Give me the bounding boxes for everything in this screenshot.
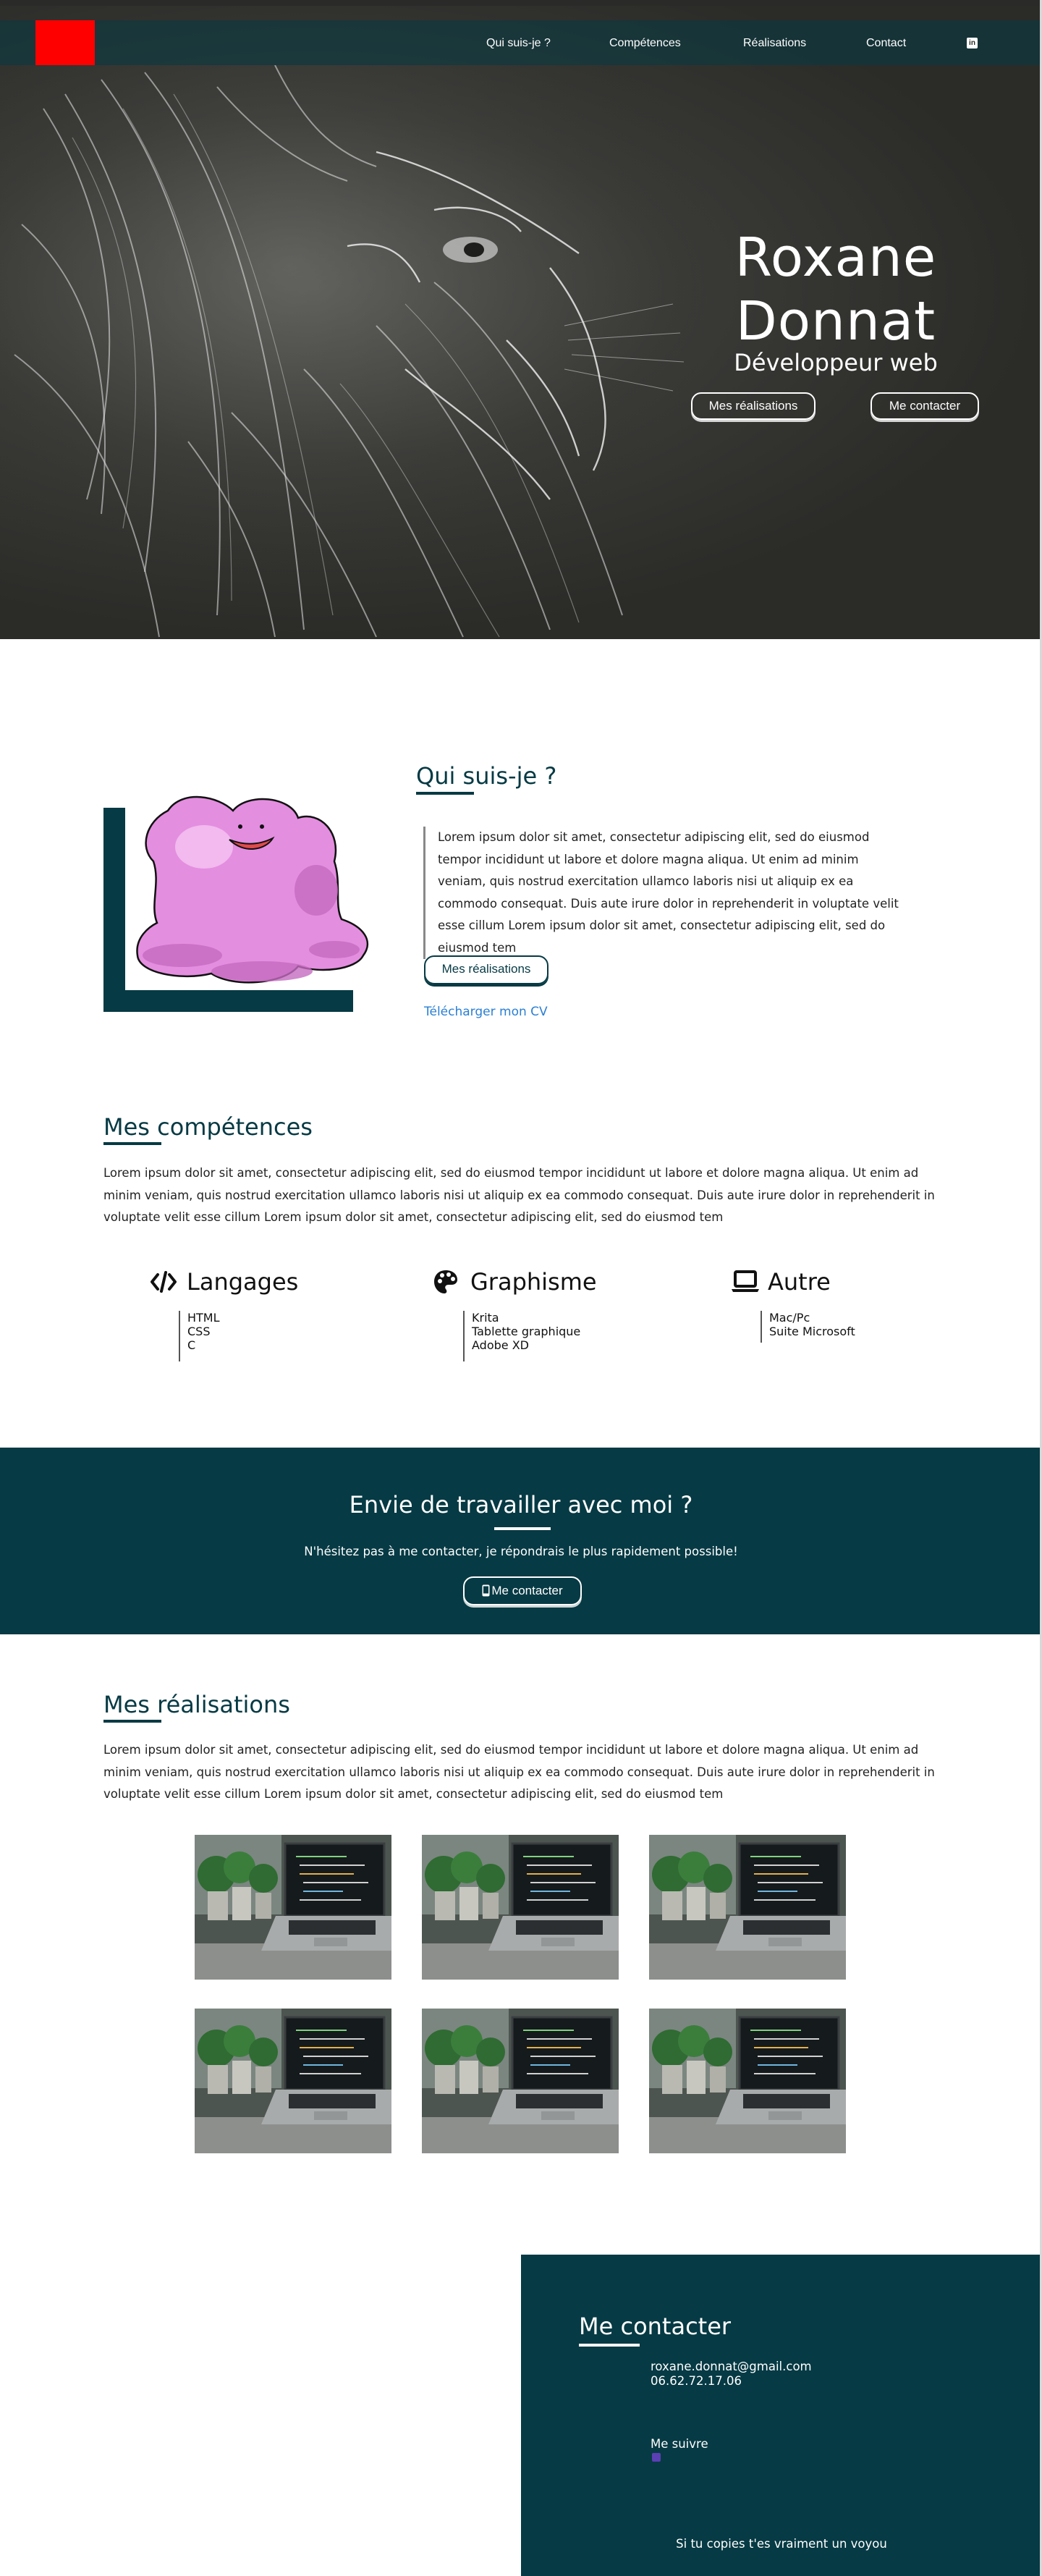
- skill-list: Mac/Pc Suite Microsoft: [761, 1311, 855, 1343]
- nav-link-contact[interactable]: Contact: [866, 37, 906, 50]
- about-title: Qui suis-je ?: [416, 762, 557, 790]
- nav-link-skills[interactable]: Compétences: [609, 37, 681, 50]
- contact-title-underline: [579, 2344, 640, 2347]
- lion-illustration: [0, 65, 724, 639]
- cta-contact-label: Me contacter: [491, 1584, 563, 1597]
- contact-title: Me contacter: [579, 2313, 732, 2340]
- hero-subtitle: Développeur web: [734, 349, 938, 376]
- cta-text: N'hésitez pas à me contacter, je répondr…: [304, 1545, 738, 1558]
- skill-list: HTML CSS C: [179, 1311, 220, 1361]
- work-thumbnail[interactable]: [422, 2009, 619, 2153]
- works-text: Lorem ipsum dolor sit amet, consectetur …: [103, 1743, 935, 1801]
- linkedin-follow-icon[interactable]: [651, 2452, 661, 2462]
- skill-item: C: [187, 1338, 196, 1352]
- top-shade: [0, 0, 1042, 6]
- nav-link-about[interactable]: Qui suis-je ?: [486, 37, 551, 50]
- skill-list: Krita Tablette graphique Adobe XD: [463, 1311, 580, 1361]
- skills-title-underline: [103, 1142, 161, 1145]
- logo[interactable]: [35, 20, 95, 65]
- cta-contact-button[interactable]: Me contacter: [463, 1576, 582, 1605]
- work-thumbnail[interactable]: [422, 1835, 619, 1980]
- hero-banner: Qui suis-je ? Compétences Réalisations C…: [0, 0, 1042, 639]
- follow-label: Me suivre: [651, 2437, 708, 2451]
- palette-icon: [434, 1270, 457, 1293]
- skill-item: Tablette graphique: [472, 1325, 581, 1338]
- hero-name-line1: Roxane: [734, 227, 937, 289]
- skill-item: CSS: [187, 1325, 211, 1338]
- contact-email[interactable]: roxane.donnat@gmail.com: [651, 2360, 812, 2374]
- code-icon: [151, 1271, 177, 1293]
- about-title-underline: [416, 792, 474, 795]
- hero-works-button[interactable]: Mes réalisations: [691, 392, 816, 420]
- skills-text: Lorem ipsum dolor sit amet, consectetur …: [103, 1166, 935, 1224]
- cta-title-underline: [494, 1527, 551, 1530]
- contact-phone: 06.62.72.17.06: [651, 2374, 742, 2388]
- cta-title: Envie de travailler avec moi ?: [349, 1491, 693, 1519]
- download-cv-link[interactable]: Télécharger mon CV: [424, 1005, 548, 1019]
- work-thumbnail[interactable]: [195, 2009, 391, 2153]
- works-title-underline: [103, 1720, 161, 1723]
- about-text: Lorem ipsum dolor sit amet, consectetur …: [423, 827, 910, 959]
- work-thumbnail[interactable]: [195, 1835, 391, 1980]
- hero-name: Roxane Donnat: [724, 226, 948, 353]
- works-title: Mes réalisations: [103, 1691, 290, 1718]
- contact-panel: [521, 2255, 1042, 2576]
- ditto-illustration: [136, 795, 369, 984]
- skill-item: Krita: [472, 1311, 499, 1325]
- skill-item: HTML: [187, 1311, 220, 1325]
- hero-name-line2: Donnat: [735, 290, 936, 352]
- nav-link-works[interactable]: Réalisations: [743, 37, 806, 50]
- about-works-button[interactable]: Mes réalisations: [424, 955, 548, 984]
- linkedin-icon[interactable]: in: [967, 38, 978, 48]
- skill-item: Mac/Pc: [769, 1311, 810, 1325]
- hero-contact-button[interactable]: Me contacter: [871, 392, 979, 420]
- about-frame-horizontal: [103, 990, 353, 1012]
- laptop-icon: [732, 1270, 759, 1292]
- skill-item: Suite Microsoft: [769, 1325, 855, 1338]
- skill-group-title: Graphisme: [470, 1268, 597, 1296]
- skill-group-title: Autre: [768, 1268, 831, 1296]
- cta-banner: [0, 1448, 1042, 1634]
- work-thumbnail[interactable]: [649, 1835, 846, 1980]
- skill-item: Adobe XD: [472, 1338, 529, 1352]
- footer-text: Si tu copies t'es vraiment un voyou: [676, 2537, 887, 2551]
- mobile-phone-icon: [482, 1584, 490, 1597]
- work-thumbnail[interactable]: [649, 2009, 846, 2153]
- skills-title: Mes compétences: [103, 1113, 313, 1141]
- skill-group-title: Langages: [187, 1268, 299, 1296]
- about-frame-vertical: [103, 808, 125, 1012]
